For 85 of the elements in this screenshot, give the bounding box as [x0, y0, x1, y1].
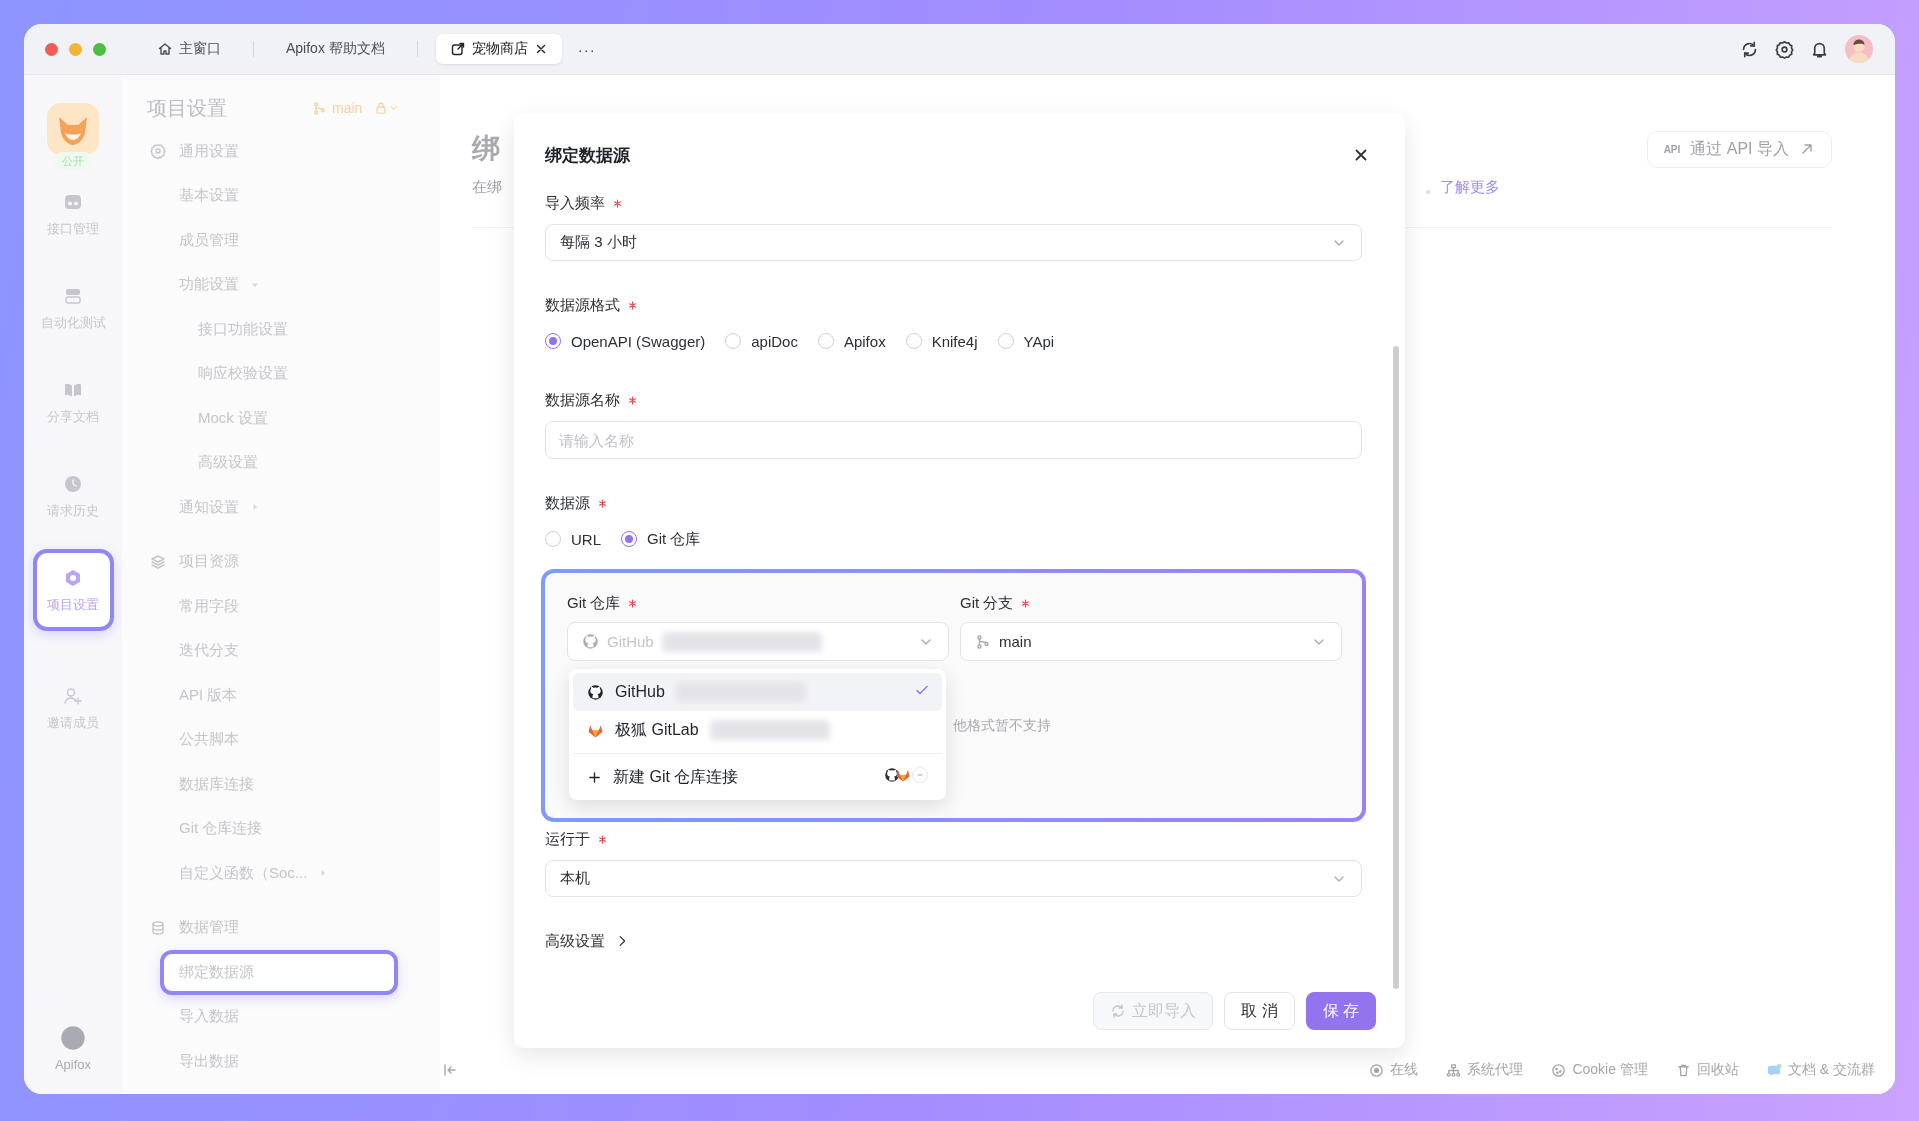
field-label: Git 分支 [960, 593, 1014, 613]
status-bar-item[interactable]: 系统代理 [1446, 1061, 1524, 1079]
community-icon [1766, 1062, 1782, 1078]
branch-icon [975, 633, 991, 650]
radio-button[interactable] [997, 333, 1014, 349]
radio-label[interactable]: Git 仓库 [647, 529, 701, 549]
brand-name: Apifox [54, 1057, 92, 1072]
close-window-button[interactable] [45, 42, 58, 56]
page-title: 绑 [472, 132, 500, 166]
sync-icon [1110, 1003, 1127, 1019]
cancel-button[interactable]: 取 消 [1224, 992, 1295, 1030]
scrollbar[interactable] [1393, 346, 1399, 989]
field-label: 数据源格式 [545, 295, 620, 315]
radio-button[interactable] [545, 333, 561, 349]
radio-label[interactable]: apiDoc [751, 332, 798, 350]
settings-icon [63, 567, 83, 588]
radio-button[interactable] [905, 333, 922, 349]
brand-logo-icon [60, 1025, 86, 1051]
status-bar-item[interactable]: 在线 [1369, 1061, 1419, 1079]
external-window-icon [449, 41, 466, 57]
avatar[interactable] [1845, 35, 1873, 63]
window-tab[interactable]: 主窗口 [143, 34, 235, 64]
api-import-button[interactable]: API 通过 API 导入 [1646, 130, 1832, 168]
nav-item[interactable]: 项目设置 [32, 549, 114, 631]
home-icon [157, 41, 173, 57]
collapse-sidebar-icon[interactable] [442, 1062, 458, 1078]
proxy-icon [1446, 1062, 1462, 1078]
branch-icon [312, 100, 327, 116]
select-field[interactable]: 每隔 3 小时 [545, 224, 1362, 261]
radio-button[interactable] [545, 531, 561, 547]
minimize-window-button[interactable] [69, 42, 82, 56]
trash-icon [1675, 1062, 1691, 1078]
select-field[interactable]: main [960, 622, 1342, 661]
dropdown-option[interactable]: 极狐 GitLab [573, 711, 942, 749]
radio-button[interactable] [725, 333, 742, 349]
select-field[interactable]: GitHub [567, 622, 949, 661]
status-bar-item[interactable]: 文档 & 交流群 [1766, 1061, 1875, 1079]
page-description: 。了解更多 [1425, 177, 1500, 197]
layers-icon [150, 553, 166, 570]
radio-label[interactable]: OpenAPI (Swagger) [571, 332, 706, 350]
field-label: 数据源 [545, 493, 590, 513]
status-bar-item[interactable]: 回收站 [1675, 1061, 1739, 1079]
database-icon [150, 919, 166, 936]
plus-icon [587, 769, 602, 785]
public-badge: 公开 [54, 152, 92, 170]
sidebar-item[interactable]: 绑定数据源 [160, 950, 398, 995]
branch-selector[interactable]: main [312, 100, 363, 116]
online-icon [1369, 1062, 1385, 1078]
page-description: 在绑 [472, 177, 502, 197]
window-tab[interactable]: 宠物商店 [435, 34, 562, 64]
radio-button[interactable] [817, 333, 834, 349]
sidebar-title: 项目设置 [147, 95, 228, 121]
name-input[interactable]: 请输入名称 [545, 421, 1362, 459]
dialog-title: 绑定数据源 [545, 144, 630, 167]
cookie-icon [1551, 1062, 1567, 1078]
invite-icon [63, 685, 83, 706]
status-bar-item[interactable]: Cookie 管理 [1551, 1061, 1648, 1079]
radio-label[interactable]: Apifox [843, 332, 886, 350]
cat-logo-icon [582, 633, 599, 650]
field-label: 运行于 [545, 829, 590, 849]
refresh-icon[interactable] [1740, 39, 1759, 59]
maximize-window-button[interactable] [93, 42, 106, 56]
project-logo [47, 103, 99, 155]
radio-label[interactable]: YApi [1023, 332, 1055, 350]
field-label: 数据源名称 [545, 390, 620, 410]
cat-logo-icon [587, 683, 604, 701]
settings-icon [150, 143, 166, 160]
field-label: 导入频率 [545, 193, 605, 213]
dropdown-option[interactable]: GitHub [573, 673, 942, 711]
field-label: Git 仓库 [567, 593, 621, 613]
lock-icon[interactable] [374, 101, 389, 115]
history-icon [63, 473, 83, 494]
window-tab[interactable]: Apifox 帮助文档 [272, 34, 399, 64]
settings-icon[interactable] [1775, 39, 1794, 59]
save-button[interactable]: 保 存 [1305, 992, 1376, 1030]
advanced-settings-link[interactable]: 高级设置 [545, 930, 1362, 952]
radio-label[interactable]: URL [571, 530, 601, 548]
select-field[interactable]: 本机 [545, 860, 1362, 897]
radio-button[interactable] [621, 531, 637, 547]
repo-logos-icon [884, 766, 930, 784]
more-tabs-button[interactable]: ··· [577, 40, 596, 58]
hint-text: 他格式暂不支持 [953, 716, 1051, 735]
radio-label[interactable]: Knife4j [931, 332, 978, 350]
learn-more-link[interactable]: 了解更多 [1440, 178, 1500, 195]
new-connection-option[interactable]: 新建 Git 仓库连接 [573, 758, 942, 796]
